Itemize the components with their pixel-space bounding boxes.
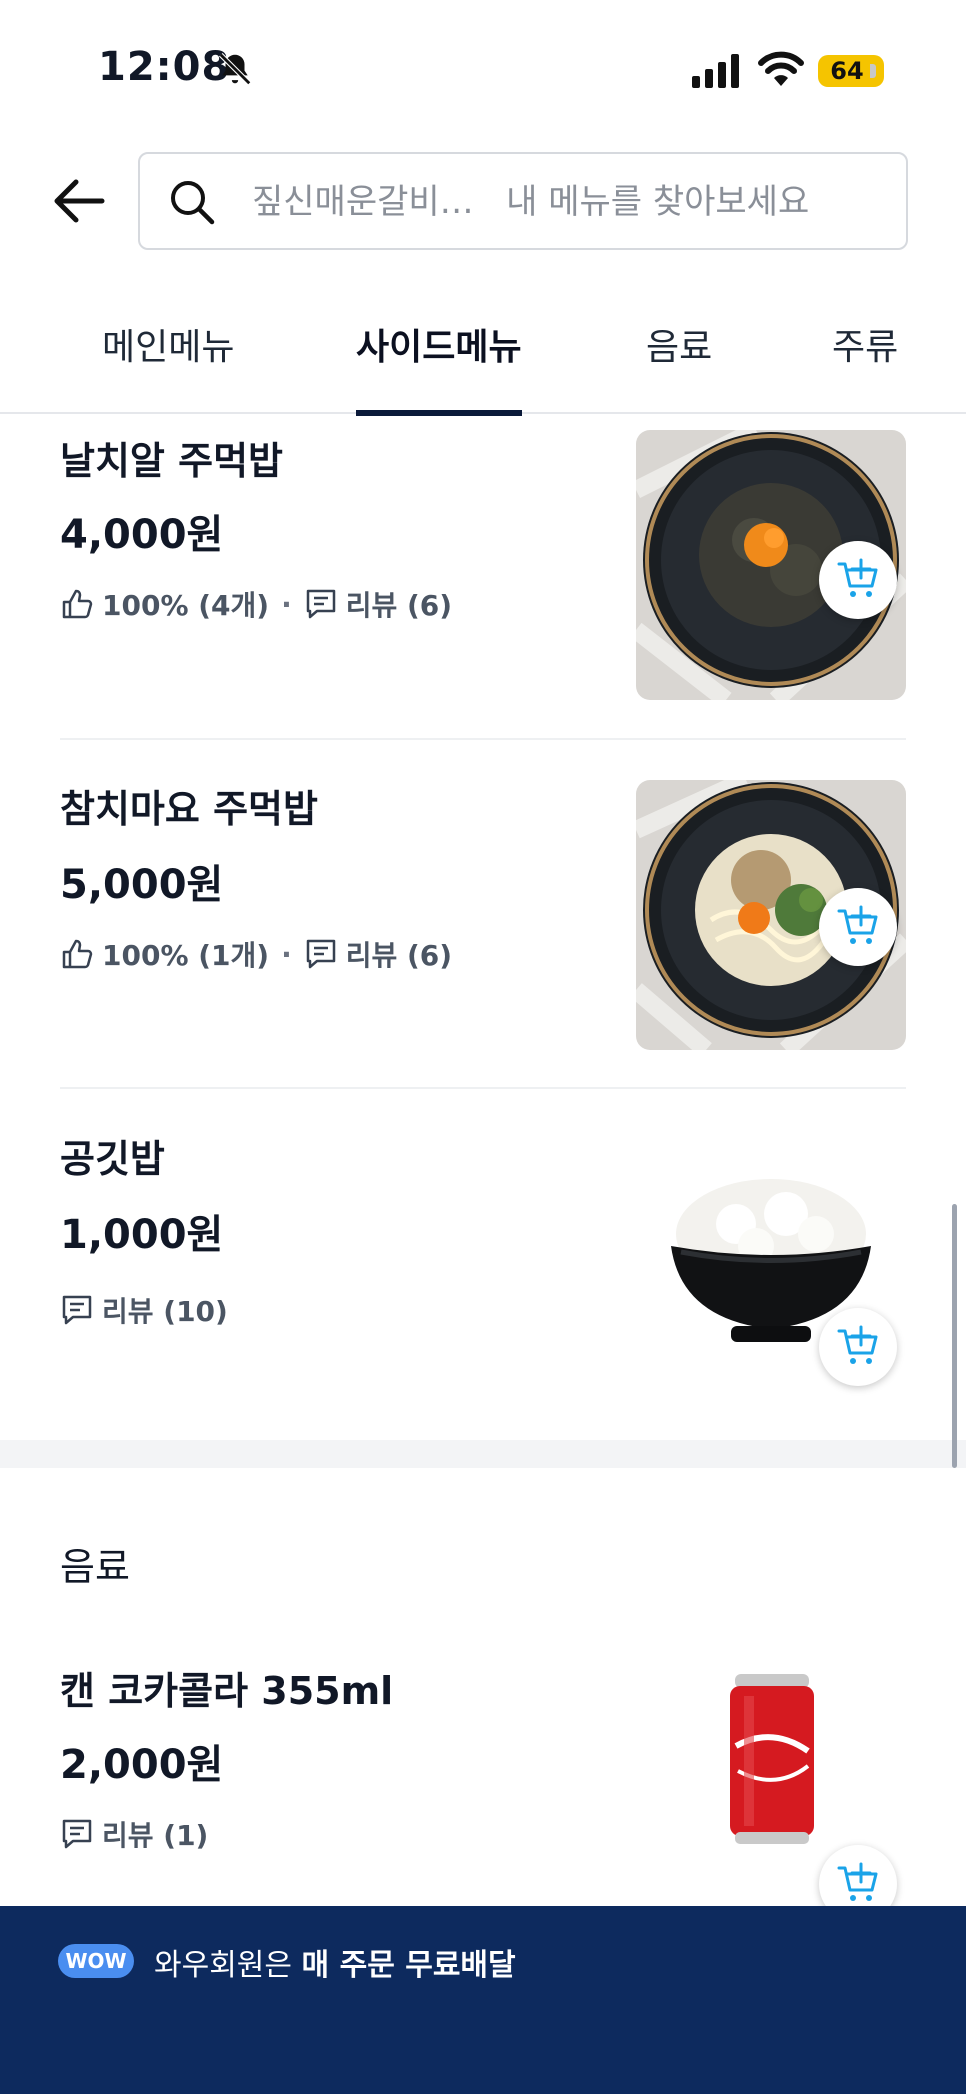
section-separator	[0, 1440, 966, 1468]
item-price: 1,000원	[60, 1212, 224, 1258]
item-name: 캔 코카콜라 355ml	[60, 1669, 394, 1713]
tab-label: 메인메뉴	[102, 327, 235, 368]
add-to-cart-button[interactable]	[819, 888, 897, 966]
cart-plus-icon	[837, 1862, 878, 1901]
item-name: 공깃밥	[60, 1137, 165, 1181]
menu-item[interactable]: 공깃밥 1,000원 리뷰 (10)	[60, 1114, 906, 1414]
tab-label: 사이드메뉴	[356, 327, 522, 368]
item-meta: 리뷰 (1)	[60, 1814, 208, 1854]
item-divider	[60, 1087, 906, 1089]
item-name: 참치마요 주먹밥	[60, 787, 318, 831]
cart-plus-icon	[837, 558, 878, 597]
search-box[interactable]	[138, 152, 908, 250]
meta-separator: ·	[281, 587, 292, 621]
battery-tip	[870, 64, 876, 78]
wow-text-bold: 매 주문 무료배달	[301, 1948, 516, 1983]
tab-label: 음료	[646, 327, 713, 368]
category-tabs: 메인메뉴 사이드메뉴 음료 주류	[0, 300, 966, 416]
tab-main-menu[interactable]: 메인메뉴	[102, 318, 234, 414]
review-icon	[306, 589, 335, 619]
bell-off-icon	[218, 52, 252, 86]
back-button[interactable]	[52, 176, 106, 226]
item-price: 2,000원	[60, 1742, 224, 1788]
search-icon	[171, 181, 215, 225]
wow-text-normal: 와우회원은	[154, 1948, 302, 1983]
review-icon	[62, 1819, 92, 1849]
like-rate: 100% (1개)	[102, 939, 270, 972]
item-meta: 100% (1개) · 리뷰 (6)	[60, 934, 452, 974]
menu-item[interactable]: 캔 코카콜라 355ml 2,000원 리뷰 (1)	[60, 1640, 906, 1923]
item-meta: 100% (4개) · 리뷰 (6)	[60, 584, 452, 624]
meta-separator: ·	[281, 937, 292, 971]
wow-membership-banner[interactable]: WOW 와우회원은 매 주문 무료배달	[0, 1906, 966, 2094]
review-count: 리뷰 (10)	[102, 1295, 228, 1328]
status-time: 12:08	[98, 44, 231, 90]
item-price: 5,000원	[60, 862, 224, 908]
item-price: 4,000원	[60, 512, 224, 558]
review-icon	[306, 939, 335, 969]
scrollbar[interactable]	[952, 1204, 957, 1468]
tab-drinks[interactable]: 음료	[646, 318, 712, 414]
tab-alcohol[interactable]: 주류	[832, 318, 898, 414]
menu-item[interactable]: 참치마요 주먹밥 5,000원 100% (1개) · 리뷰 (6)	[60, 764, 906, 1054]
add-to-cart-button[interactable]	[819, 1308, 897, 1386]
section-title: 음료	[60, 1545, 130, 1589]
tab-side-menu[interactable]: 사이드메뉴	[356, 318, 522, 416]
battery-level: 64	[830, 57, 864, 85]
item-name: 날치알 주먹밥	[60, 439, 283, 483]
menu-item[interactable]: 날치알 주먹밥 4,000원 100% (4개) · 리뷰 (6)	[60, 416, 906, 706]
item-divider	[60, 738, 906, 740]
thumbs-up-icon	[62, 589, 93, 619]
add-to-cart-button[interactable]	[819, 541, 897, 619]
review-count: 리뷰 (6)	[345, 939, 453, 972]
review-count: 리뷰 (6)	[345, 589, 453, 622]
review-icon	[62, 1295, 92, 1325]
like-rate: 100% (4개)	[102, 589, 270, 622]
wifi-icon	[758, 51, 804, 86]
thumbs-up-icon	[62, 939, 93, 969]
status-bar: 12:08 64	[0, 0, 966, 140]
review-count: 리뷰 (1)	[102, 1819, 209, 1852]
cart-plus-icon	[837, 1325, 878, 1364]
cart-plus-icon	[837, 905, 878, 944]
wow-banner-text: 와우회원은 매 주문 무료배달	[154, 1940, 516, 1984]
search-input[interactable]	[252, 174, 892, 230]
item-meta: 리뷰 (10)	[60, 1290, 228, 1330]
wow-badge: WOW	[58, 1944, 134, 1978]
tab-label: 주류	[832, 327, 899, 368]
signal-icon	[692, 54, 739, 88]
